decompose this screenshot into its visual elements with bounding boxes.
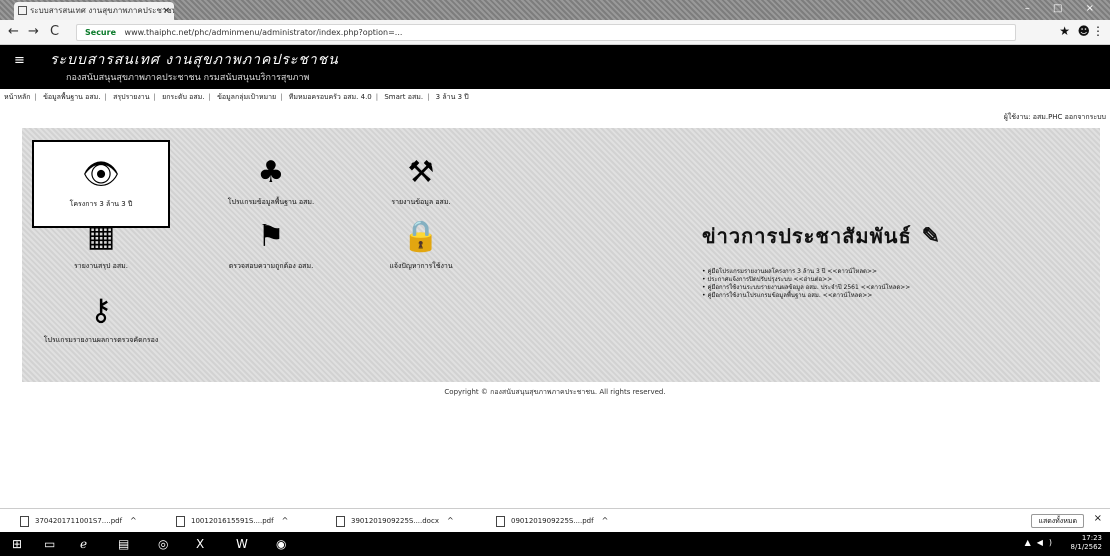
certificate-icon: ▦ — [86, 218, 116, 254]
show-all-downloads-button[interactable]: แสดงทั้งหมด — [1031, 514, 1084, 528]
menu-item-upgrade[interactable]: ยกระดับ อสม. — [162, 93, 204, 101]
download-item[interactable]: 0901201909225S....pdf ^ — [496, 513, 608, 529]
file-icon — [496, 515, 505, 527]
favicon-icon — [18, 6, 27, 15]
media-icon[interactable]: ◎ — [158, 536, 168, 552]
news-item[interactable]: คู่มือการใช้งานระบบรายงานผลข้อมูล อสม. ป… — [702, 284, 1082, 292]
menu-item-3m3y[interactable]: 3 ล้าน 3 ปี — [436, 93, 469, 101]
excel-icon[interactable]: X — [196, 536, 204, 552]
main-menu: หน้าหลัก | ข้อมูลพื้นฐาน อสม. | สรุปรายงาน… — [4, 93, 469, 101]
caret-icon[interactable]: ^ — [282, 516, 289, 525]
caret-icon[interactable]: ^ — [130, 516, 137, 525]
browser-window: ระบบสารสนเทศ งานสุขภาพภาคประชาชน × – □ ×… — [0, 0, 1110, 556]
site-subtitle: กองสนับสนุนสุขภาพภาคประชาชน กรมสนับสนุนบ… — [66, 73, 310, 83]
file-icon — [176, 515, 185, 527]
news-heading: ข่าวการประชาสัมพันธ์ ✎ — [702, 223, 942, 249]
word-icon[interactable]: W — [236, 536, 248, 552]
forward-button[interactable]: → — [28, 24, 39, 40]
lock-laptop-icon: 🔒 — [402, 218, 440, 254]
site-title: ระบบสารสนเทศ งานสุขภาพภาคประชาชน — [50, 52, 339, 68]
caret-icon[interactable]: ^ — [602, 516, 609, 525]
news-item[interactable]: คู่มือโปรแกรมรายงานผลโครงการ 3 ล้าน 3 ปี… — [702, 268, 1082, 276]
news-list: คู่มือโปรแกรมรายงานผลโครงการ 3 ล้าน 3 ปี… — [702, 268, 1082, 300]
caret-icon[interactable]: ^ — [447, 516, 454, 525]
download-item[interactable]: 3901201909225S....docx ^ — [336, 513, 454, 529]
menu-item-family-team[interactable]: ทีมหมอครอบครัว อสม. 4.0 — [289, 93, 372, 101]
account-icon[interactable]: ☻ — [1077, 24, 1090, 38]
tab-close-icon[interactable]: × — [162, 2, 170, 20]
user-info[interactable]: ผู้ใช้งาน: อสม.PHC ออกจากระบบ — [1004, 112, 1106, 123]
news-item[interactable]: คู่มือการใช้งานโปรแกรมข้อมูลพื้นฐาน อสม.… — [702, 292, 1082, 300]
app-label: โปรแกรมรายงานผลการตรวจคัดกรอง — [43, 336, 159, 344]
bookmark-star-icon[interactable]: ★ — [1059, 24, 1070, 38]
download-item[interactable]: 1001201615591S....pdf ^ — [176, 513, 288, 529]
key-people-icon: ⚷ — [90, 292, 112, 328]
download-item[interactable]: 3704201711001S7....pdf ^ — [20, 513, 137, 529]
app-label: แจ้งปัญหาการใช้งาน — [389, 262, 453, 270]
file-icon — [20, 515, 29, 527]
app-screening[interactable]: ⚷ โปรแกรมรายงานผลการตรวจคัดกรอง — [32, 278, 170, 366]
news-section: ข่าวการประชาสัมพันธ์✎ คู่มือโปรแกรมรายงา… — [702, 220, 1082, 300]
reload-button[interactable]: C — [50, 24, 59, 40]
taskbar: ⊞ ▭ ℯ ▤ ◎ X W ◉ ▲◀) 17:23 8/1/2562 — [0, 532, 1110, 556]
file-icon — [336, 515, 345, 527]
close-icon[interactable]: × — [1094, 513, 1102, 524]
app-label: รายงานสรุป อสม. — [74, 262, 128, 270]
secure-label: Secure — [85, 28, 116, 37]
start-icon[interactable]: ⊞ — [12, 536, 22, 552]
download-shelf: 3704201711001S7....pdf ^ 1001201615591S..… — [0, 508, 1110, 532]
tab-title: ระบบสารสนเทศ งานสุขภาพภาคประชาชน — [30, 6, 174, 15]
browser-tab[interactable]: ระบบสารสนเทศ งานสุขภาพภาคประชาชน × — [14, 2, 174, 20]
back-button[interactable]: ← — [8, 24, 19, 40]
menu-item-basic-data[interactable]: ข้อมูลพื้นฐาน อสม. — [43, 93, 100, 101]
file-explorer-icon[interactable]: ▤ — [118, 536, 129, 552]
url-input[interactable]: Secure www.thaiphc.net/phc/adminmenu/adm… — [76, 24, 1016, 41]
copyright-text: Copyright © กองสนับสนุนสุขภาพภาคประชาชน.… — [444, 388, 666, 396]
menu-item-target-group[interactable]: ข้อมูลกลุ่มเป้าหมาย — [217, 93, 276, 101]
menu-item-summary[interactable]: สรุปรายงาน — [113, 93, 149, 101]
news-item[interactable]: ประกาศแจ้งการปิดปรับปรุงระบบ <<อ่านต่อ>> — [702, 276, 1082, 284]
system-clock[interactable]: 17:23 8/1/2562 — [1071, 534, 1102, 552]
site-header: ≡ ระบบสารสนเทศ งานสุขภาพภาคประชาชน กองสน… — [0, 45, 1110, 89]
tray-icons[interactable]: ▲◀) — [1025, 538, 1058, 547]
chrome-icon[interactable]: ◉ — [276, 536, 286, 552]
menu-item-home[interactable]: หน้าหลัก — [4, 93, 30, 101]
menu-item-smart[interactable]: Smart อสม. — [384, 93, 423, 101]
pen-icon: ✎ — [921, 223, 942, 249]
site-logo-icon: ≡ — [14, 53, 25, 68]
address-bar: ← → C Secure www.thaiphc.net/phc/adminme… — [0, 20, 1110, 45]
url-text: www.thaiphc.net/phc/adminmenu/administra… — [124, 28, 403, 37]
app-label: ตรวจสอบความถูกต้อง อสม. — [228, 262, 314, 270]
main-panel: 👁 โครงการ 3 ล้าน 3 ปี ♣ โปรแกรมข้อมูลพื้… — [22, 128, 1100, 382]
tools-icon: ⚒ — [407, 154, 435, 190]
edge-icon[interactable]: ℯ — [80, 536, 87, 552]
app-support[interactable]: 🔒 แจ้งปัญหาการใช้งาน — [352, 204, 490, 292]
people-tree-icon: ♣ — [257, 154, 285, 190]
task-view-icon[interactable]: ▭ — [44, 536, 55, 552]
browser-menu-icon[interactable]: ⋮ — [1092, 24, 1104, 38]
volunteers-icon: ⚑ — [257, 218, 285, 254]
window-controls[interactable]: – □ × — [1025, 3, 1104, 14]
tab-strip: ระบบสารสนเทศ งานสุขภาพภาคประชาชน × – □ × — [0, 0, 1110, 20]
app-verify[interactable]: ⚑ ตรวจสอบความถูกต้อง อสม. — [202, 204, 340, 292]
eye-badge-icon: 👁 — [81, 156, 121, 192]
